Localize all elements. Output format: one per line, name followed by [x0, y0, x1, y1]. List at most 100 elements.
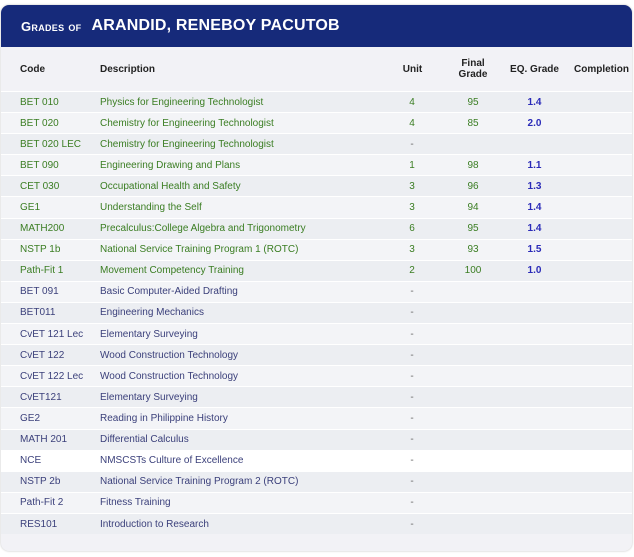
- course-unit: -: [376, 449, 448, 472]
- course-unit: 4: [376, 90, 448, 113]
- course-eq-grade: 2.0: [498, 112, 571, 134]
- course-code: BET 091: [1, 280, 100, 303]
- course-completion: [571, 175, 632, 197]
- grades-header: Grades of ARANDID, RENEBOY PACUTOB: [1, 5, 632, 47]
- final-grade-line1: Final: [461, 58, 485, 69]
- course-completion: [571, 470, 632, 493]
- table-row: CvET 122 Lec Wood Construction Technology…: [1, 365, 632, 387]
- course-code: CvET 122: [1, 344, 100, 366]
- course-unit: 1: [376, 154, 448, 176]
- table-row: BET 090 Engineering Drawing and Plans 1 98 1…: [1, 154, 632, 176]
- course-completion: [571, 238, 632, 261]
- column-header-eq-grade: EQ. Grade: [510, 63, 559, 75]
- course-code: NSTP 2b: [1, 470, 100, 493]
- course-code: BET011: [1, 301, 100, 324]
- table-row: NSTP 1b National Service Training Program…: [1, 238, 632, 261]
- course-final-grade: [448, 512, 498, 535]
- table-header-row: Code Description Unit Final Grade EQ. Gr…: [1, 47, 632, 92]
- course-eq-grade: [498, 133, 571, 155]
- course-unit: -: [376, 365, 448, 387]
- course-code: CvET 121 Lec: [1, 323, 100, 345]
- course-completion: [571, 259, 632, 282]
- course-unit: -: [376, 133, 448, 155]
- course-completion: [571, 491, 632, 514]
- course-completion: [571, 217, 632, 240]
- course-unit: 6: [376, 217, 448, 240]
- course-unit: 3: [376, 175, 448, 197]
- course-unit: -: [376, 512, 448, 535]
- table-row: NSTP 2b National Service Training Program…: [1, 470, 632, 493]
- course-eq-grade: [498, 491, 571, 514]
- course-eq-grade: [498, 323, 571, 345]
- table-row: GE2 Reading in Philippine History -: [1, 407, 632, 429]
- course-description: Differential Calculus: [100, 428, 376, 451]
- course-description: Understanding the Self: [100, 196, 376, 219]
- course-completion: [571, 512, 632, 535]
- student-name: ARANDID, RENEBOY PACUTOB: [91, 17, 340, 34]
- grades-table: Code Description Unit Final Grade EQ. Gr…: [1, 47, 632, 535]
- course-completion: [571, 90, 632, 113]
- grades-table-body: BET 010 Physics for Engineering Technolog…: [1, 90, 632, 535]
- course-completion: [571, 133, 632, 155]
- course-code: BET 010: [1, 90, 100, 113]
- course-eq-grade: 1.4: [498, 90, 571, 113]
- course-description: Chemistry for Engineering Technologist: [100, 112, 376, 134]
- course-eq-grade: [498, 449, 571, 472]
- course-code: MATH200: [1, 217, 100, 240]
- course-eq-grade: [498, 470, 571, 493]
- course-code: BET 020: [1, 112, 100, 134]
- course-eq-grade: 1.5: [498, 238, 571, 261]
- course-code: CET 030: [1, 175, 100, 197]
- course-eq-grade: [498, 344, 571, 366]
- course-final-grade: 96: [448, 175, 498, 197]
- table-row: Path-Fit 1 Movement Competency Training 2 1…: [1, 259, 632, 282]
- course-final-grade: [448, 449, 498, 472]
- table-row: MATH 201 Differential Calculus -: [1, 428, 632, 451]
- table-row: NCE NMSCSTs Culture of Excellence -: [1, 449, 632, 472]
- column-header-description: Description: [100, 63, 156, 75]
- course-code: GE2: [1, 407, 100, 429]
- table-row: CvET121 Elementary Surveying -: [1, 386, 632, 408]
- course-code: CvET 122 Lec: [1, 365, 100, 387]
- course-eq-grade: [498, 407, 571, 429]
- table-row: CvET 122 Wood Construction Technology -: [1, 344, 632, 366]
- course-code: CvET121: [1, 386, 100, 408]
- course-completion: [571, 301, 632, 324]
- course-eq-grade: [498, 280, 571, 303]
- course-final-grade: [448, 407, 498, 429]
- course-final-grade: [448, 323, 498, 345]
- course-description: Introduction to Research: [100, 512, 376, 535]
- course-completion: [571, 365, 632, 387]
- course-eq-grade: [498, 428, 571, 451]
- column-header-code: Code: [20, 63, 45, 75]
- course-code: GE1: [1, 196, 100, 219]
- grades-title-prefix: Grades of: [21, 18, 82, 34]
- course-description: NMSCSTs Culture of Excellence: [100, 449, 376, 472]
- course-final-grade: [448, 386, 498, 408]
- column-header-completion: Completion: [574, 63, 629, 75]
- table-row: BET 020 LEC Chemistry for Engineering Tec…: [1, 133, 632, 155]
- course-final-grade: [448, 428, 498, 451]
- table-row: MATH200 Precalculus:College Algebra and T…: [1, 217, 632, 240]
- course-completion: [571, 407, 632, 429]
- course-description: Precalculus:College Algebra and Trigonom…: [100, 217, 376, 240]
- column-header-unit: Unit: [402, 63, 423, 75]
- course-description: Fitness Training: [100, 491, 376, 514]
- course-eq-grade: 1.1: [498, 154, 571, 176]
- course-description: Occupational Health and Safety: [100, 175, 376, 197]
- course-completion: [571, 154, 632, 176]
- course-eq-grade: 1.0: [498, 259, 571, 282]
- course-code: NCE: [1, 449, 100, 472]
- course-unit: -: [376, 491, 448, 514]
- course-code: BET 090: [1, 154, 100, 176]
- course-completion: [571, 428, 632, 451]
- course-completion: [571, 344, 632, 366]
- course-code: NSTP 1b: [1, 238, 100, 261]
- course-final-grade: 85: [448, 112, 498, 134]
- course-final-grade: [448, 133, 498, 155]
- course-eq-grade: 1.3: [498, 175, 571, 197]
- course-completion: [571, 196, 632, 219]
- course-completion: [571, 449, 632, 472]
- grades-panel: Grades of ARANDID, RENEBOY PACUTOB Code …: [1, 5, 632, 551]
- course-unit: -: [376, 407, 448, 429]
